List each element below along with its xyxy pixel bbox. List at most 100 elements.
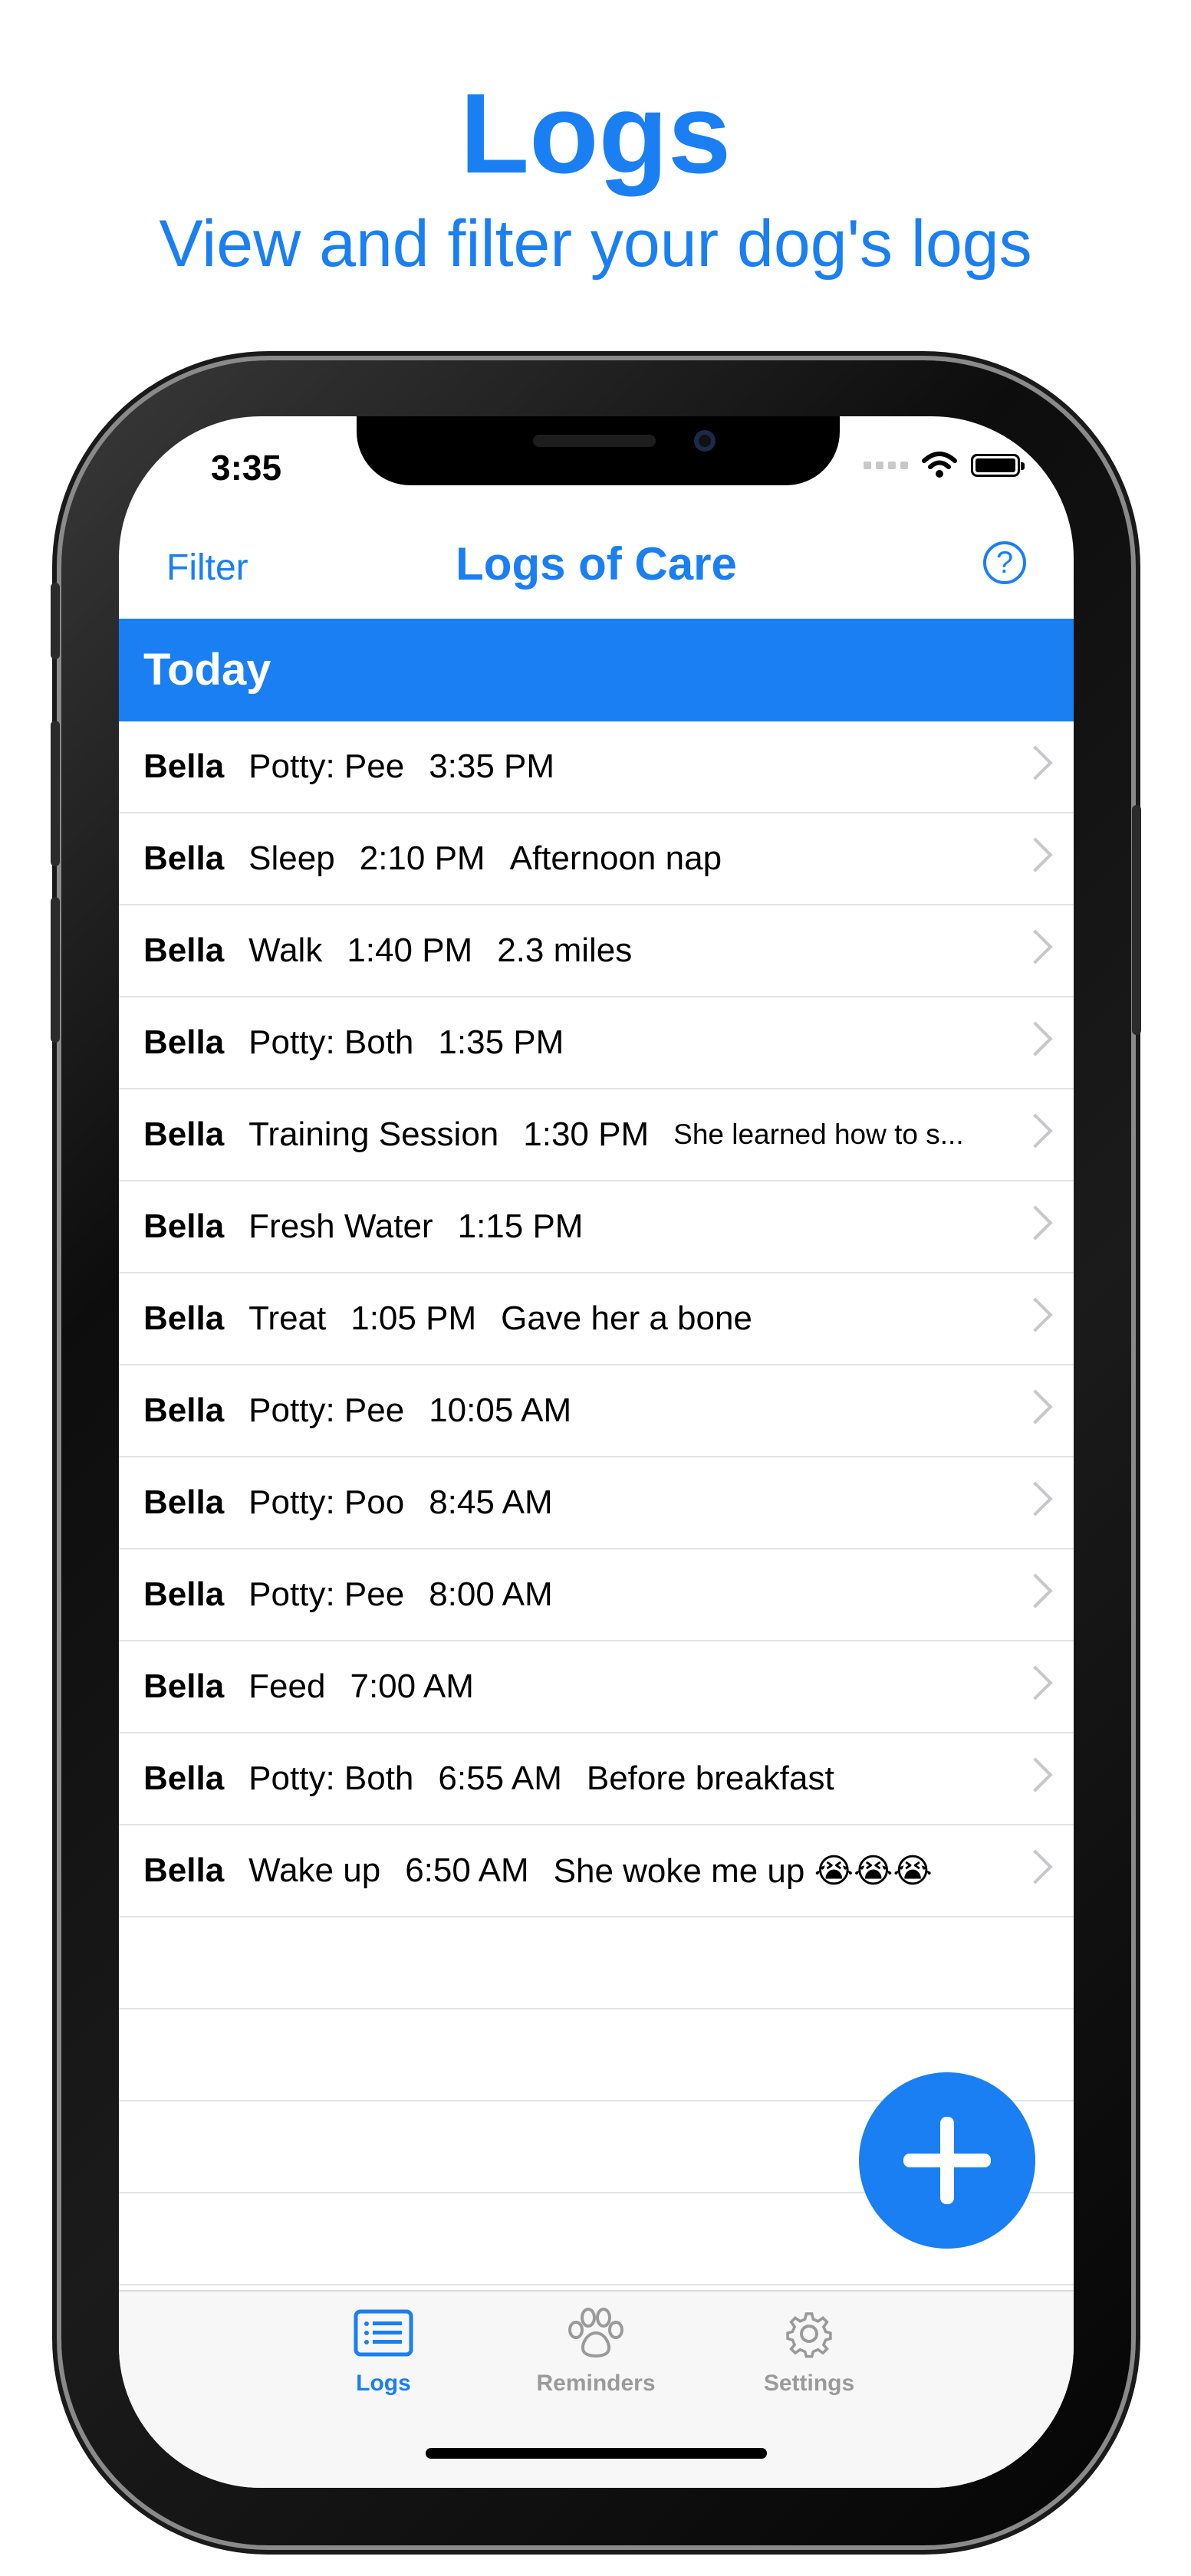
- tab-label: Reminders: [536, 2371, 656, 2396]
- home-indicator[interactable]: [426, 2448, 767, 2459]
- chevron-right-icon: [1018, 1389, 1053, 1424]
- chevron-right-icon: [1018, 1757, 1053, 1792]
- list-icon: [354, 2309, 413, 2357]
- log-time: 1:05 PM: [350, 1300, 477, 1337]
- tab-logs[interactable]: Logs: [284, 2307, 483, 2397]
- log-row[interactable]: Bella Potty: Pee 10:05 AM: [119, 1365, 1074, 1457]
- paw-icon: [568, 2308, 623, 2358]
- log-row[interactable]: Bella Wake up 6:50 AM She woke me up 😭😭😭: [119, 1825, 1074, 1917]
- log-type: Wake up: [248, 1852, 381, 1889]
- signal-icon: [864, 462, 908, 469]
- log-type: Potty: Both: [248, 1024, 414, 1061]
- notch: [357, 416, 840, 485]
- log-note: Afternoon nap: [509, 840, 722, 877]
- log-list: Bella Potty: Pee 3:35 PM Bella Sleep 2:10 PM A…: [119, 721, 1074, 2285]
- log-dog-name: Bella: [143, 1208, 225, 1245]
- tab-label: Logs: [356, 2371, 411, 2396]
- log-dog-name: Bella: [143, 1116, 225, 1153]
- phone-screen: 3:35 Filter Logs of Care ? Today Bella Po…: [119, 416, 1074, 2488]
- log-row[interactable]: Bella Fresh Water 1:15 PM: [119, 1181, 1074, 1273]
- chevron-right-icon: [1018, 1849, 1053, 1884]
- log-note: Before breakfast: [586, 1760, 834, 1797]
- empty-row: [119, 1917, 1074, 2009]
- log-row[interactable]: Bella Potty: Poo 8:45 AM: [119, 1457, 1074, 1549]
- chevron-right-icon: [1018, 1665, 1053, 1700]
- hero-title: Logs: [459, 71, 732, 197]
- log-row[interactable]: Bella Training Session 1:30 PM She learned …: [119, 1089, 1074, 1181]
- speaker-grille: [533, 435, 656, 447]
- log-dog-name: Bella: [143, 840, 225, 877]
- wifi-icon: [922, 452, 957, 478]
- log-row[interactable]: Bella Potty: Both 6:55 AM Before breakfast: [119, 1733, 1074, 1825]
- chevron-right-icon: [1018, 745, 1053, 780]
- log-row[interactable]: Bella Sleep 2:10 PM Afternoon nap: [119, 813, 1074, 905]
- log-dog-name: Bella: [143, 1392, 225, 1429]
- chevron-right-icon: [1018, 929, 1053, 964]
- log-dog-name: Bella: [143, 1760, 225, 1797]
- camera-icon: [694, 430, 716, 452]
- log-dog-name: Bella: [143, 1024, 225, 1061]
- power-button: [1132, 805, 1141, 1035]
- log-type: Potty: Both: [248, 1760, 414, 1797]
- log-time: 6:50 AM: [405, 1852, 529, 1889]
- log-time: 1:40 PM: [347, 932, 473, 969]
- log-type: Fresh Water: [248, 1208, 433, 1245]
- chevron-right-icon: [1018, 1573, 1053, 1608]
- log-type: Potty: Pee: [248, 748, 405, 785]
- log-time: 8:45 AM: [429, 1484, 553, 1521]
- log-dog-name: Bella: [143, 1852, 225, 1889]
- log-note: 2.3 miles: [497, 932, 633, 969]
- log-time: 1:15 PM: [457, 1208, 584, 1245]
- log-dog-name: Bella: [143, 1668, 225, 1705]
- log-time: 6:55 AM: [438, 1760, 562, 1797]
- volume-up-button: [51, 721, 60, 866]
- tab-reminders[interactable]: Reminders: [496, 2307, 696, 2397]
- help-button[interactable]: ?: [983, 541, 1026, 584]
- log-dog-name: Bella: [143, 748, 225, 785]
- log-time: 1:35 PM: [438, 1024, 564, 1061]
- log-type: Potty: Poo: [248, 1484, 405, 1521]
- hero-subtitle: View and filter your dog's logs: [159, 207, 1032, 281]
- log-row[interactable]: Bella Feed 7:00 AM: [119, 1641, 1074, 1733]
- log-type: Potty: Pee: [248, 1576, 405, 1613]
- log-note: She learned how to s...: [673, 1119, 964, 1150]
- log-dog-name: Bella: [143, 1576, 225, 1613]
- log-time: 8:00 AM: [429, 1576, 553, 1613]
- log-row[interactable]: Bella Treat 1:05 PM Gave her a bone: [119, 1273, 1074, 1365]
- chevron-right-icon: [1018, 837, 1053, 872]
- log-row[interactable]: Bella Walk 1:40 PM 2.3 miles: [119, 905, 1074, 997]
- chevron-right-icon: [1018, 1481, 1053, 1516]
- add-log-button[interactable]: [859, 2072, 1035, 2249]
- tab-label: Settings: [763, 2371, 855, 2396]
- log-time: 10:05 AM: [429, 1392, 572, 1429]
- help-icon: ?: [995, 546, 1014, 580]
- log-note: Gave her a bone: [501, 1300, 752, 1337]
- log-dog-name: Bella: [143, 1484, 225, 1521]
- volume-down-button: [51, 897, 60, 1043]
- chevron-right-icon: [1018, 1021, 1053, 1056]
- log-row[interactable]: Bella Potty: Both 1:35 PM: [119, 997, 1074, 1089]
- log-type: Treat: [248, 1300, 327, 1337]
- silent-switch: [51, 583, 60, 659]
- log-time: 3:35 PM: [429, 748, 555, 785]
- tab-settings[interactable]: Settings: [709, 2307, 909, 2397]
- log-dog-name: Bella: [143, 932, 225, 969]
- log-type: Potty: Pee: [248, 1392, 405, 1429]
- chevron-right-icon: [1018, 1297, 1053, 1332]
- log-row[interactable]: Bella Potty: Pee 3:35 PM: [119, 721, 1074, 813]
- log-time: 2:10 PM: [359, 840, 485, 877]
- chevron-right-icon: [1018, 1113, 1053, 1148]
- log-row[interactable]: Bella Potty: Pee 8:00 AM: [119, 1549, 1074, 1641]
- log-time: 1:30 PM: [523, 1116, 650, 1153]
- log-type: Training Session: [248, 1116, 499, 1153]
- log-type: Sleep: [248, 840, 335, 877]
- battery-icon: [971, 454, 1025, 477]
- log-type: Walk: [248, 932, 323, 969]
- log-note: She woke me up 😭😭😭: [553, 1852, 933, 1890]
- log-time: 7:00 AM: [350, 1668, 474, 1705]
- gear-icon: [786, 2312, 832, 2358]
- nav-title: Logs of Care: [456, 538, 737, 590]
- log-type: Feed: [248, 1668, 326, 1705]
- chevron-right-icon: [1018, 1205, 1053, 1240]
- section-header-today: Today: [119, 619, 1074, 721]
